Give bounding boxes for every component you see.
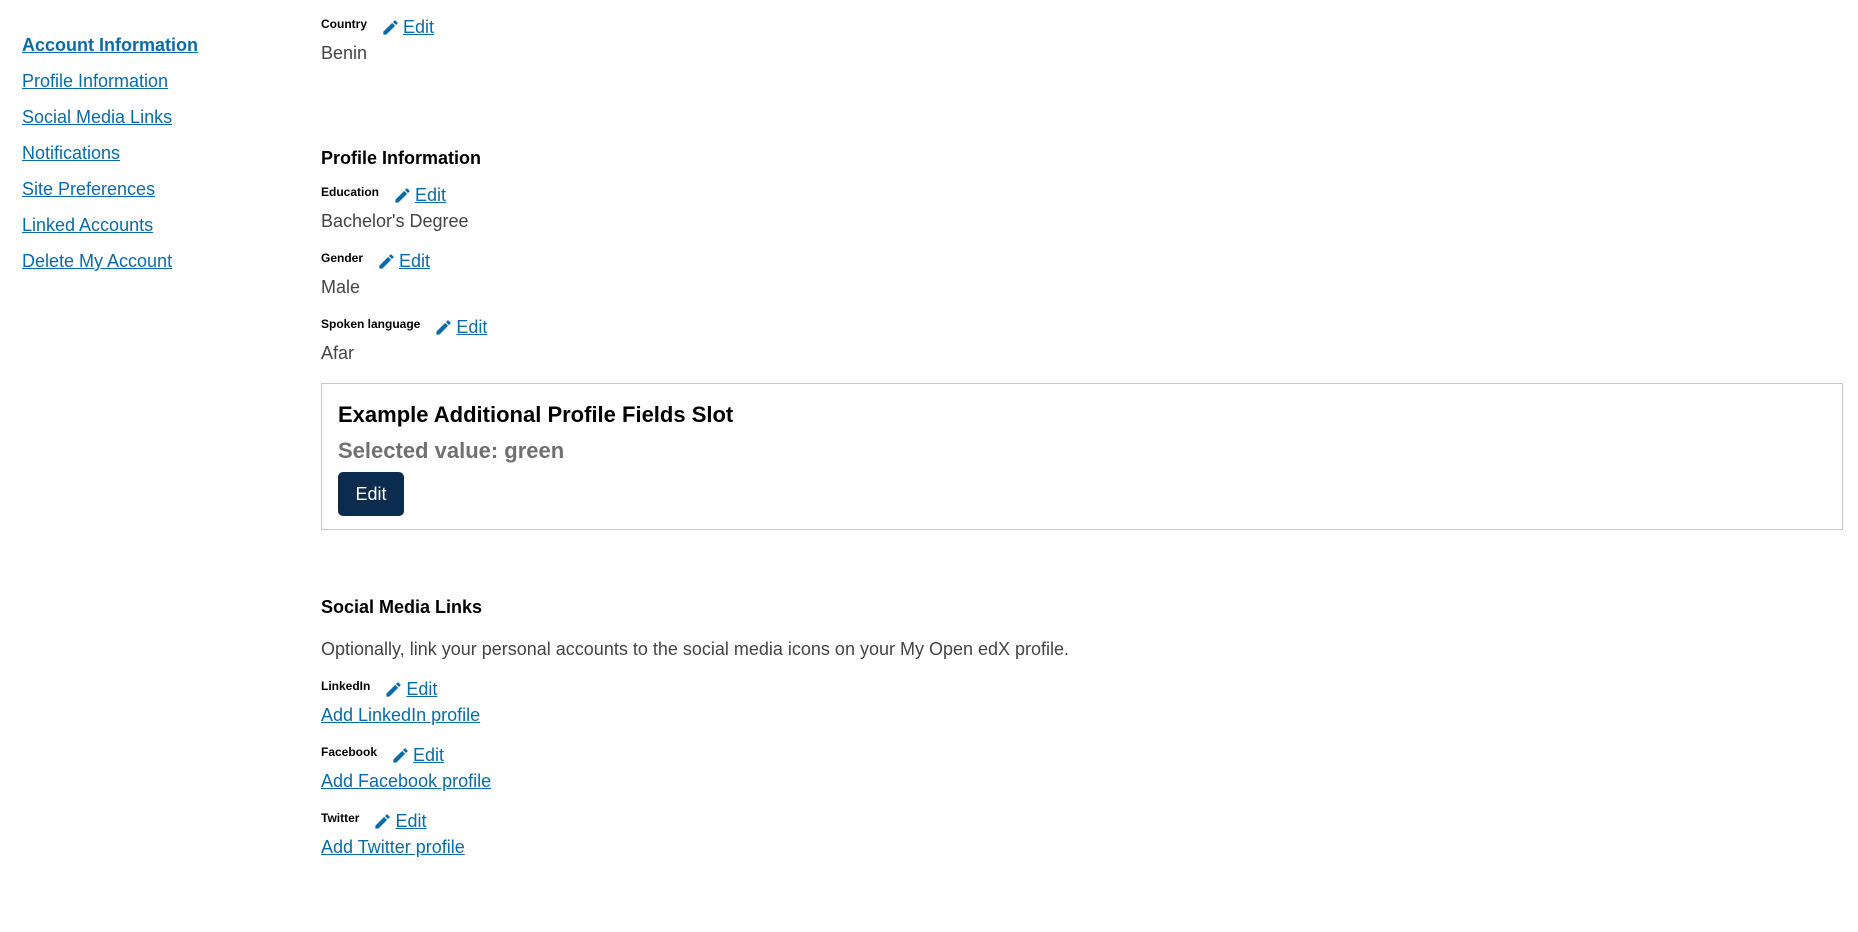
pencil-icon [375, 813, 391, 829]
linkedin-label: LinkedIn [321, 679, 371, 693]
twitter-field: Twitter Edit Add Twitter profile [321, 810, 465, 858]
slot-selected-value: Selected value: green [338, 438, 565, 463]
pencil-icon [436, 319, 451, 335]
linkedin-edit-link[interactable]: Edit [384, 678, 437, 700]
add-linkedin-profile-link[interactable]: Add LinkedIn profile [321, 704, 480, 726]
facebook-edit-link[interactable]: Edit [391, 744, 444, 766]
education-field: Education Edit Bachelor's Degree [321, 184, 469, 232]
gender-field: Gender Edit Male [321, 250, 430, 298]
sidebar-nav: Account Information Profile Information … [22, 34, 282, 286]
pencil-icon [379, 253, 394, 269]
education-value: Bachelor's Degree [321, 211, 469, 231]
slot-edit-button[interactable]: Edit [338, 472, 404, 516]
social-media-description: Optionally, link your personal accounts … [321, 639, 1070, 659]
country-field: Country Edit Benin [321, 16, 434, 64]
country-label: Country [321, 17, 367, 31]
sidebar-item-account-information[interactable]: Account Information [22, 34, 282, 56]
sidebar-item-delete-my-account[interactable]: Delete My Account [22, 250, 282, 272]
education-label: Education [321, 185, 380, 199]
education-edit-label: Edit [415, 185, 447, 205]
spoken-language-value: Afar [321, 343, 355, 363]
sidebar-item-profile-information[interactable]: Profile Information [22, 70, 282, 92]
spoken-language-field: Spoken language Edit Afar [321, 316, 487, 364]
pencil-icon [386, 681, 401, 697]
twitter-label: Twitter [321, 811, 360, 825]
additional-profile-fields-slot: Example Additional Profile Fields Slot S… [321, 383, 1843, 530]
country-edit-label: Edit [403, 17, 435, 37]
country-value: Benin [321, 43, 368, 63]
add-twitter-profile-link[interactable]: Add Twitter profile [321, 836, 465, 858]
gender-value: Male [321, 277, 361, 297]
sidebar-item-social-media-links[interactable]: Social Media Links [22, 106, 282, 128]
linkedin-field: LinkedIn Edit Add LinkedIn profile [321, 678, 480, 726]
pencil-icon [395, 187, 410, 203]
gender-label: Gender [321, 251, 364, 265]
spoken-language-edit-link[interactable]: Edit [434, 316, 487, 338]
gender-edit-label: Edit [399, 251, 431, 271]
country-edit-link[interactable]: Edit [381, 16, 434, 38]
profile-information-heading: Profile Information [321, 148, 482, 168]
add-facebook-profile-link[interactable]: Add Facebook profile [321, 770, 491, 792]
slot-title: Example Additional Profile Fields Slot [338, 402, 734, 427]
facebook-field: Facebook Edit Add Facebook profile [321, 744, 491, 792]
account-settings-page: Account Information Profile Information … [0, 0, 1858, 932]
linkedin-edit-label: Edit [406, 679, 438, 699]
sidebar-item-site-preferences[interactable]: Site Preferences [22, 178, 282, 200]
sidebar-item-notifications[interactable]: Notifications [22, 142, 282, 164]
spoken-language-edit-label: Edit [456, 317, 488, 337]
education-edit-link[interactable]: Edit [393, 184, 446, 206]
twitter-edit-link[interactable]: Edit [373, 810, 426, 832]
facebook-label: Facebook [321, 745, 378, 759]
pencil-icon [393, 747, 408, 763]
sidebar-item-linked-accounts[interactable]: Linked Accounts [22, 214, 282, 236]
facebook-edit-label: Edit [413, 745, 445, 765]
social-media-links-heading: Social Media Links [321, 597, 483, 617]
twitter-edit-label: Edit [395, 811, 427, 831]
spoken-language-label: Spoken language [321, 317, 421, 331]
pencil-icon [383, 19, 398, 35]
gender-edit-link[interactable]: Edit [377, 250, 430, 272]
